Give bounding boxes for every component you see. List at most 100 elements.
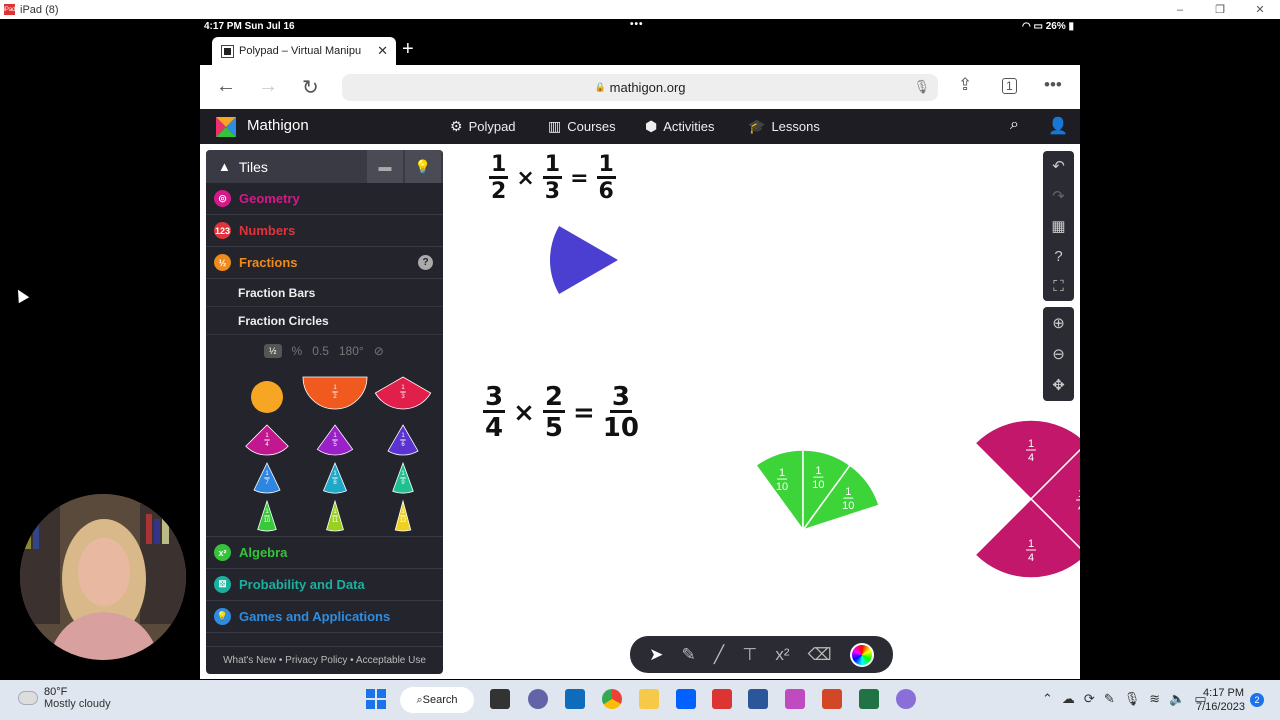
sync-icon[interactable]: ⟳ [1084, 691, 1095, 707]
zoom-in-icon[interactable]: ⊕ [1052, 307, 1065, 338]
chat-icon[interactable] [528, 689, 548, 709]
new-tab-icon[interactable]: + [402, 38, 414, 61]
nav-polypad-label: Polypad [468, 119, 516, 134]
address-bar[interactable]: 🔒 mathigon.org 🎙 [342, 74, 938, 101]
weather-desc: Mostly cloudy [44, 698, 111, 710]
tile-whole[interactable] [251, 381, 283, 413]
clock-time: 4:17 PM [1203, 687, 1244, 699]
category-games[interactable]: 💡 Games and Applications [206, 601, 443, 633]
panel-footer-links[interactable]: What's New • Privacy Policy • Acceptable… [206, 646, 443, 674]
fraction-bars-item[interactable]: Fraction Bars [206, 279, 443, 307]
minimize-icon[interactable]: – [1160, 0, 1200, 19]
tile-1-over-2[interactable] [302, 376, 368, 410]
grid-icon[interactable]: ▦ [1051, 211, 1065, 241]
excel-icon[interactable] [859, 689, 879, 709]
settings-icon[interactable] [896, 689, 916, 709]
lightbulb-icon[interactable]: 💡 [405, 150, 441, 183]
user-icon[interactable]: 👤 [1048, 116, 1068, 136]
onedrive-icon[interactable]: ☁ [1062, 691, 1075, 707]
notification-badge[interactable]: 2 [1250, 693, 1264, 707]
save-image-icon[interactable]: ⛶ [1053, 271, 1064, 301]
chrome-icon[interactable] [602, 689, 622, 709]
piece-quarter-label-2-den: 4 [1078, 502, 1080, 514]
select-cursor-icon[interactable]: ➤ [649, 645, 663, 665]
text-box-icon[interactable]: ⊤ [742, 645, 757, 665]
more-icon[interactable]: ••• [1044, 75, 1062, 95]
wifi-tray-icon[interactable]: ≋ [1149, 691, 1160, 707]
tile-1-over-3[interactable] [374, 376, 432, 410]
games-icon: 💡 [214, 608, 231, 625]
fraction-circles-item[interactable]: Fraction Circles [206, 307, 443, 335]
redo-icon[interactable]: ↷ [1052, 181, 1065, 211]
close-tab-icon[interactable]: ✕ [377, 43, 388, 59]
option-decimal[interactable]: 0.5 [312, 344, 329, 358]
snipping-tool-icon[interactable] [785, 689, 805, 709]
pen-tray-icon[interactable]: ✎ [1104, 691, 1115, 707]
weather-widget[interactable]: 80°F Mostly cloudy [18, 686, 111, 710]
maximize-icon[interactable]: ❐ [1200, 0, 1240, 19]
polypad-canvas[interactable]: 12×13=16 34×25=310 16110110110141414 [443, 144, 1080, 679]
equation-icon[interactable]: x² [775, 645, 789, 665]
dropbox-icon[interactable] [676, 689, 696, 709]
undo-icon[interactable]: ↶ [1052, 151, 1065, 181]
zoom-out-icon[interactable]: ⊖ [1052, 338, 1065, 369]
help-icon[interactable]: ? [418, 255, 433, 270]
line-icon[interactable]: ╱ [714, 645, 724, 665]
tile-grid: 1213141516171819110111112 [245, 376, 432, 532]
reload-icon[interactable]: ↻ [302, 75, 319, 100]
option-fraction[interactable]: ½ [264, 344, 282, 358]
forward-icon[interactable]: → [258, 75, 278, 98]
category-algebra[interactable]: x² Algebra [206, 537, 443, 569]
option-percent[interactable]: % [292, 344, 303, 358]
pen-icon[interactable]: ✎ [682, 645, 696, 665]
close-icon[interactable]: ✕ [1240, 0, 1280, 19]
multitask-dots-icon[interactable]: ••• [630, 19, 644, 30]
back-icon[interactable]: ← [216, 75, 236, 98]
help-circle-icon[interactable]: ? [1054, 241, 1062, 271]
color-picker-icon[interactable] [849, 642, 874, 667]
brand-name[interactable]: Mathigon [247, 117, 309, 134]
microphone-icon[interactable]: 🎙 [913, 79, 930, 95]
volume-icon[interactable]: 🔈 [1169, 691, 1185, 707]
folder-icon[interactable]: ▬ [367, 150, 403, 183]
browser-toolbar: ← → ↻ 🔒 mathigon.org 🎙 ⇪ 1 ••• [200, 65, 1080, 109]
folder-icon[interactable] [639, 689, 659, 709]
piece-one-sixth-label: 16 [663, 247, 673, 273]
mathigon-logo-icon[interactable] [216, 117, 236, 137]
taskbar-clock[interactable]: 4:17 PM 7/16/2023 [1196, 686, 1245, 714]
hide-label-icon[interactable]: ⊘ [374, 344, 384, 358]
file-icon[interactable] [490, 689, 510, 709]
search-icon[interactable]: ⌕ [1010, 116, 1019, 134]
fractions-icon: ½ [214, 254, 231, 271]
tile-label-11-den: 11 [332, 518, 339, 524]
piece-quarter-label-3-den: 4 [1028, 552, 1034, 564]
weather-temp: 80°F [44, 686, 68, 698]
numbers-icon: 123 [214, 222, 231, 239]
piece-one-sixth[interactable] [550, 226, 618, 294]
panel-title: Tiles [238, 158, 268, 175]
category-fractions[interactable]: ½ Fractions ? [206, 247, 443, 279]
outlook-icon[interactable] [565, 689, 585, 709]
powerpoint-icon[interactable] [822, 689, 842, 709]
word-icon[interactable] [748, 689, 768, 709]
nav-courses[interactable]: ▥ Courses [548, 118, 616, 135]
ipad-mirror-icon[interactable] [712, 689, 732, 709]
browser-tab[interactable]: Polypad – Virtual Manipu ✕ [212, 37, 396, 65]
tabs-count-icon[interactable]: 1 [1002, 78, 1017, 94]
category-numbers[interactable]: 123 Numbers [206, 215, 443, 247]
taskbar-search[interactable]: ⌕ Search [400, 687, 474, 713]
nav-polypad[interactable]: ⚙ Polypad [450, 118, 516, 135]
option-degrees[interactable]: 180° [339, 344, 364, 358]
chevron-up-icon[interactable]: ⌃ [1042, 691, 1053, 707]
eraser-icon[interactable]: ⌫ [808, 645, 832, 665]
clock-date: 7/16/2023 [1196, 701, 1245, 713]
start-icon[interactable] [366, 689, 386, 709]
category-geometry[interactable]: ◎ Geometry [206, 183, 443, 215]
activities-icon: ⬢ [645, 118, 658, 134]
nav-activities[interactable]: ⬢ Activities [645, 118, 715, 135]
nav-lessons[interactable]: 🎓 Lessons [748, 118, 820, 135]
mic-tray-icon[interactable]: 🎙 [1124, 691, 1141, 707]
pan-icon[interactable]: ✥ [1052, 369, 1065, 400]
category-probability[interactable]: ⚄ Probability and Data [206, 569, 443, 601]
share-icon[interactable]: ⇪ [958, 75, 972, 95]
